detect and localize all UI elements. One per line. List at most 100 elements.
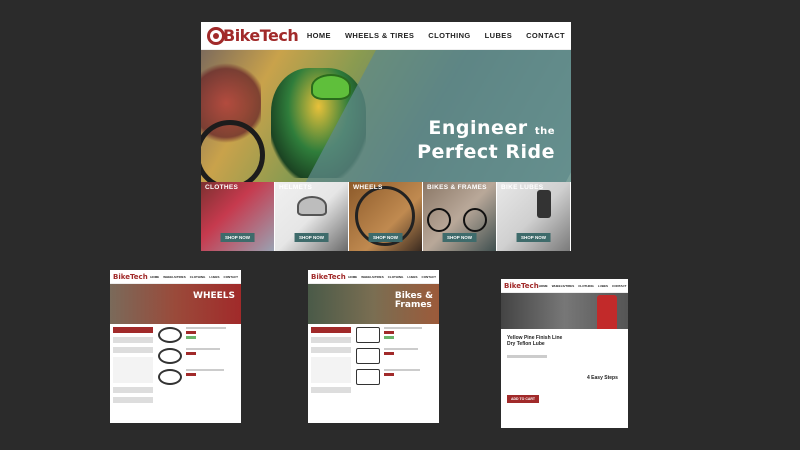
wheel-icon bbox=[158, 327, 182, 343]
nav-contact[interactable]: CONTACT bbox=[422, 275, 436, 279]
tile-title: WHEELS bbox=[353, 184, 383, 191]
helmet-icon bbox=[297, 196, 327, 216]
tile-title: HELMETS bbox=[279, 184, 313, 191]
hero-the: the bbox=[534, 126, 555, 137]
bikes-page-mockup: BikeTech HOME WHEELS/TIRES CLOTHING LUBE… bbox=[308, 270, 439, 423]
filter-group[interactable] bbox=[311, 387, 351, 393]
search-box[interactable] bbox=[311, 327, 351, 333]
price-filter[interactable] bbox=[113, 347, 153, 353]
product-hero bbox=[501, 293, 628, 329]
tile-title: BIKE LUBES bbox=[501, 184, 544, 191]
brand-logo[interactable]: BikeTech bbox=[311, 273, 346, 281]
nav-wheels-tires[interactable]: WHEELS & TIRES bbox=[345, 31, 414, 40]
homepage-mockup: BikeTech HOME WHEELS & TIRES CLOTHING LU… bbox=[201, 22, 571, 251]
wheel-icon bbox=[158, 369, 182, 385]
price-options[interactable] bbox=[113, 357, 153, 383]
tile-clothes[interactable]: CLOTHES SHOP NOW bbox=[201, 182, 275, 251]
tile-title: CLOTHES bbox=[205, 184, 239, 191]
frame-icon bbox=[356, 369, 380, 385]
search-box[interactable] bbox=[113, 327, 153, 333]
list-item[interactable] bbox=[158, 348, 238, 364]
nav-clothing[interactable]: CLOTHING bbox=[190, 275, 206, 279]
nav-home[interactable]: HOME bbox=[150, 275, 159, 279]
shop-now-button[interactable]: SHOP NOW bbox=[368, 233, 403, 242]
bike-icon bbox=[356, 327, 380, 343]
tile-bikes-frames[interactable]: BIKES & FRAMES SHOP NOW bbox=[423, 182, 497, 251]
list-item[interactable] bbox=[356, 369, 436, 385]
nav-clothing[interactable]: CLOTHING bbox=[388, 275, 404, 279]
price-options[interactable] bbox=[311, 357, 351, 383]
lube-bottle-icon bbox=[537, 190, 551, 218]
tile-bike-lubes[interactable]: BIKE LUBES SHOP NOW bbox=[497, 182, 571, 251]
nav-wheels-tires[interactable]: WHEELS/TIRES bbox=[552, 284, 575, 288]
content-row bbox=[110, 324, 241, 410]
category-tiles: CLOTHES SHOP NOW HELMETS SHOP NOW WHEELS… bbox=[201, 182, 571, 251]
filter-sidebar bbox=[311, 327, 351, 397]
price-filter[interactable] bbox=[311, 347, 351, 353]
nav-clothing[interactable]: CLOTHING bbox=[578, 284, 594, 288]
product-list bbox=[158, 327, 238, 407]
nav-lubes[interactable]: LUBES bbox=[598, 284, 608, 288]
shop-now-button[interactable]: SHOP NOW bbox=[294, 233, 329, 242]
shop-now-button[interactable]: SHOP NOW bbox=[442, 233, 477, 242]
nav-contact[interactable]: CONTACT bbox=[612, 284, 626, 288]
list-item[interactable] bbox=[158, 327, 238, 343]
price-line bbox=[507, 355, 547, 358]
shop-now-button[interactable]: SHOP NOW bbox=[516, 233, 551, 242]
mini-nav: BikeTech HOME WHEELS/TIRES CLOTHING LUBE… bbox=[501, 279, 628, 293]
banner-title: Bikes & Frames bbox=[395, 292, 433, 310]
category-banner: Bikes & Frames bbox=[308, 284, 439, 324]
nav-contact[interactable]: CONTACT bbox=[224, 275, 238, 279]
nav-contact[interactable]: CONTACT bbox=[526, 31, 565, 40]
filter-group[interactable] bbox=[113, 397, 153, 403]
banner-line2: Frames bbox=[394, 300, 432, 310]
hero-line1: Engineer bbox=[428, 117, 528, 139]
product-page-mockup: BikeTech HOME WHEELS/TIRES CLOTHING LUBE… bbox=[501, 279, 628, 428]
filter-sidebar bbox=[113, 327, 153, 407]
mini-nav: BikeTech HOME WHEELS/TIRES CLOTHING LUBE… bbox=[308, 270, 439, 284]
banner-title: WHEELS bbox=[193, 291, 235, 301]
brand-logo[interactable]: BikeTech bbox=[113, 273, 148, 281]
nav-wheels-tires[interactable]: WHEELS/TIRES bbox=[361, 275, 384, 279]
hero-helmet bbox=[311, 74, 351, 100]
brand-logo[interactable]: BikeTech bbox=[504, 282, 539, 290]
category-banner: WHEELS bbox=[110, 284, 241, 324]
nav-home[interactable]: HOME bbox=[539, 284, 548, 288]
product-list bbox=[356, 327, 436, 397]
gear-logo-icon bbox=[207, 26, 225, 45]
nav-lubes[interactable]: LUBES bbox=[485, 31, 512, 40]
tile-title: BIKES & FRAMES bbox=[427, 184, 487, 191]
nav-home[interactable]: HOME bbox=[348, 275, 357, 279]
nav-wheels-tires[interactable]: WHEELS/TIRES bbox=[163, 275, 186, 279]
brand-name: BikeTech bbox=[223, 26, 299, 45]
lube-bottle-icon bbox=[597, 295, 617, 329]
nav-menu: HOME WHEELS/TIRES CLOTHING LUBES CONTACT bbox=[539, 284, 627, 288]
list-item[interactable] bbox=[356, 348, 436, 364]
nav-menu: HOME WHEELS/TIRES CLOTHING LUBES CONTACT bbox=[150, 275, 238, 279]
product-title: Yellow Pine Finish Line Dry Teflon Lube bbox=[507, 335, 563, 347]
tile-helmets[interactable]: HELMETS SHOP NOW bbox=[275, 182, 349, 251]
hero-banner: Engineer the Perfect Ride bbox=[201, 50, 571, 182]
list-item[interactable] bbox=[158, 369, 238, 385]
bike-icon bbox=[356, 348, 380, 364]
mini-nav: BikeTech HOME WHEELS/TIRES CLOTHING LUBE… bbox=[110, 270, 241, 284]
tile-wheels[interactable]: WHEELS SHOP NOW bbox=[349, 182, 423, 251]
hero-line2: Perfect Ride bbox=[417, 141, 555, 163]
filter-group[interactable] bbox=[113, 387, 153, 393]
nav-lubes[interactable]: LUBES bbox=[209, 275, 219, 279]
bike-wheel-icon bbox=[463, 208, 487, 232]
top-nav: BikeTech HOME WHEELS & TIRES CLOTHING LU… bbox=[201, 22, 571, 50]
sort-select[interactable] bbox=[113, 337, 153, 343]
sort-select[interactable] bbox=[311, 337, 351, 343]
nav-menu: HOME WHEELS/TIRES CLOTHING LUBES CONTACT bbox=[348, 275, 436, 279]
steps-title: 4 Easy Steps bbox=[587, 375, 618, 381]
bike-wheel-icon bbox=[427, 208, 451, 232]
nav-lubes[interactable]: LUBES bbox=[407, 275, 417, 279]
add-to-cart-button[interactable]: ADD TO CART bbox=[507, 395, 540, 403]
shop-now-button[interactable]: SHOP NOW bbox=[220, 233, 255, 242]
nav-home[interactable]: HOME bbox=[307, 31, 331, 40]
hero-tagline: Engineer the Perfect Ride bbox=[417, 118, 555, 163]
list-item[interactable] bbox=[356, 327, 436, 343]
nav-clothing[interactable]: CLOTHING bbox=[428, 31, 470, 40]
brand-logo[interactable]: BikeTech bbox=[207, 26, 299, 45]
